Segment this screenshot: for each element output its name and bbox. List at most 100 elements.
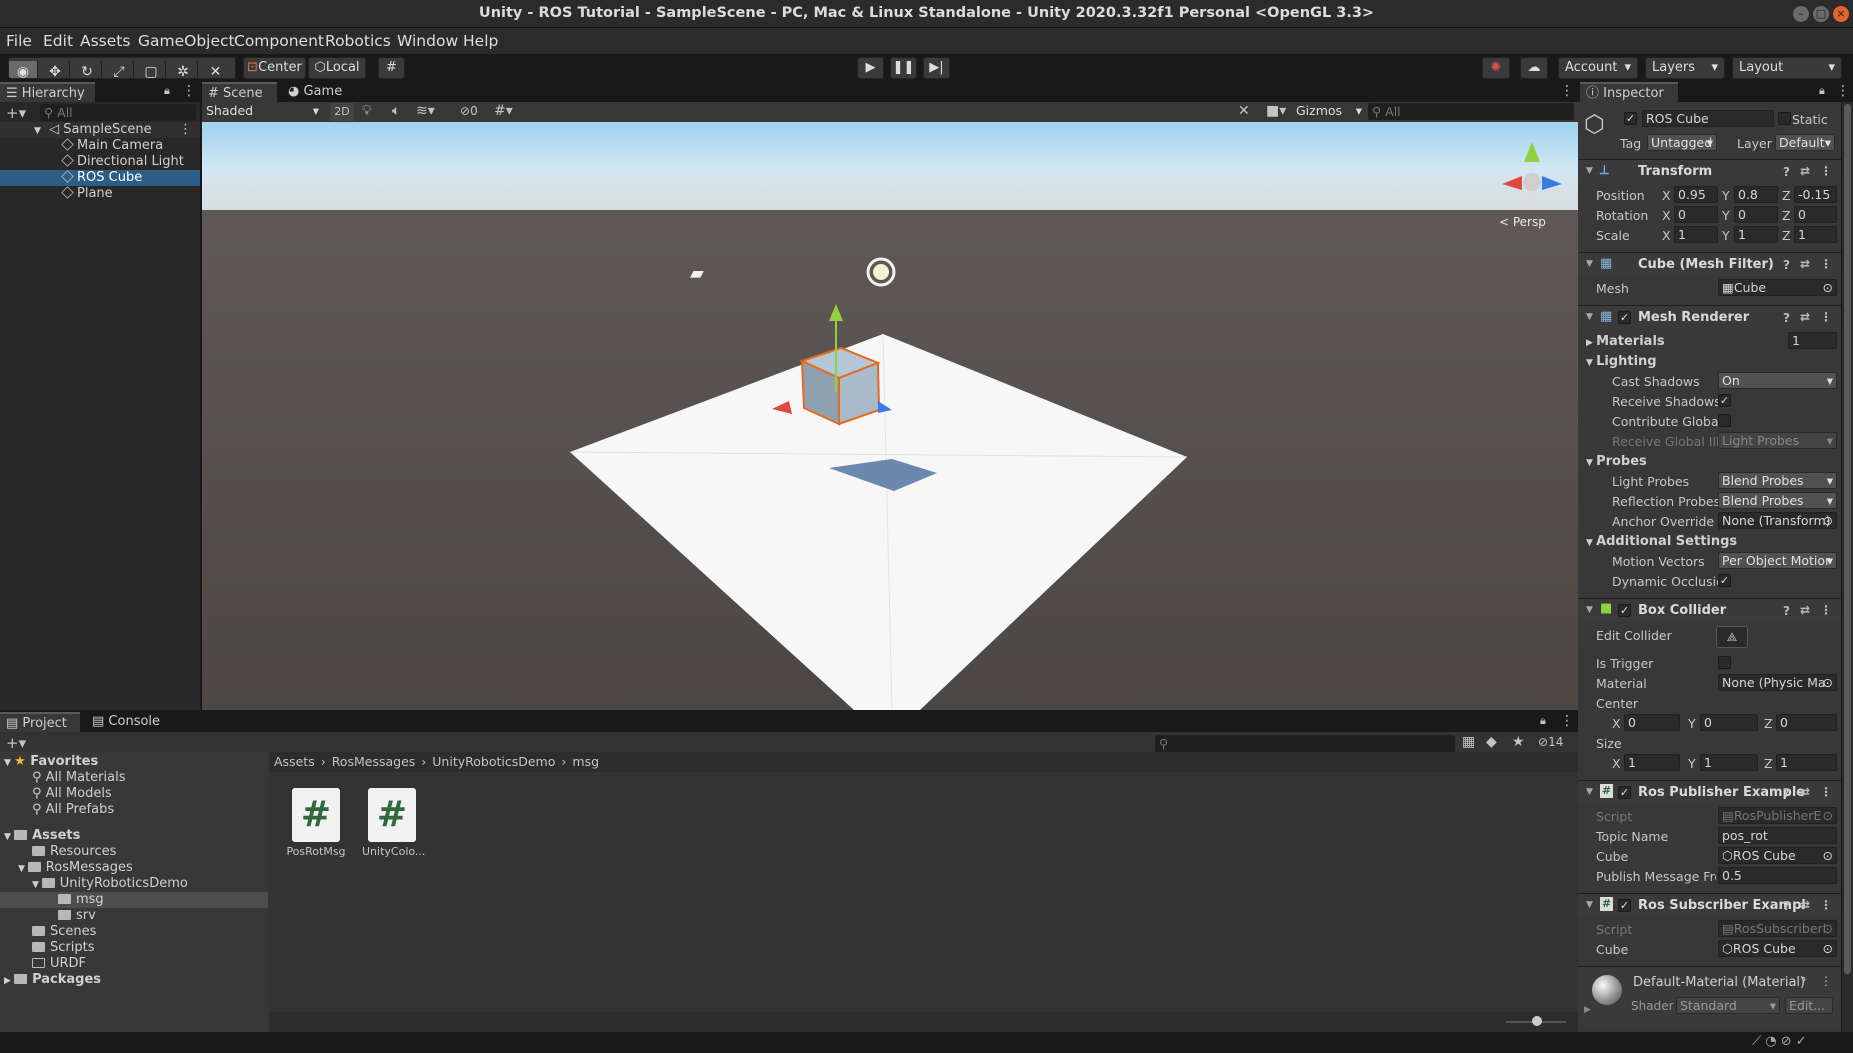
hidden-packages-toggle[interactable]: ⊘14 bbox=[1538, 735, 1563, 749]
folder-item[interactable]: Scenes bbox=[32, 924, 96, 940]
auto-gen-icon[interactable]: ◔ bbox=[1765, 1034, 1780, 1049]
collab-button[interactable]: ✺ bbox=[1482, 57, 1510, 79]
mesh-filter-header[interactable]: ▼ ▦ Cube (Mesh Filter) ? ⇄ ⋮ bbox=[1578, 252, 1841, 276]
ros-cube-selected[interactable] bbox=[799, 346, 881, 426]
projection-label[interactable]: < Persp bbox=[1499, 215, 1546, 229]
dynamic-occlusion-checkbox[interactable]: ✓ bbox=[1718, 574, 1731, 587]
presets-icon[interactable]: ⇄ bbox=[1800, 164, 1810, 178]
cast-shadows-dropdown[interactable]: On ▾ bbox=[1718, 372, 1837, 389]
shader-dropdown[interactable]: Standard ▾ bbox=[1676, 997, 1780, 1014]
kebab-menu-icon[interactable]: ⋮ bbox=[1820, 898, 1832, 912]
maximize-icon[interactable]: □ bbox=[1813, 6, 1829, 22]
kebab-menu-icon[interactable]: ⋮ bbox=[1560, 713, 1574, 729]
position-z-field[interactable]: -0.15 bbox=[1794, 186, 1837, 203]
tools-icon[interactable]: ✕ bbox=[1238, 103, 1250, 119]
expand-arrow-icon[interactable]: ▶ bbox=[1584, 1005, 1591, 1015]
menu-edit[interactable]: Edit bbox=[43, 32, 73, 50]
active-checkbox[interactable]: ✓ bbox=[1624, 112, 1637, 125]
pivot-toggle[interactable]: ⊡Center bbox=[243, 57, 306, 79]
folder-item[interactable]: URDF bbox=[32, 956, 86, 972]
hierarchy-search-input[interactable]: ⚲ All bbox=[40, 104, 196, 121]
component-enabled-checkbox[interactable]: ✓ bbox=[1618, 786, 1631, 799]
hierarchy-item[interactable]: Main Camera bbox=[0, 138, 200, 154]
hidden-objects-toggle[interactable]: ⊘0 bbox=[460, 104, 478, 118]
scale-x-field[interactable]: 1 bbox=[1674, 226, 1718, 243]
add-icon[interactable]: +▾ bbox=[6, 734, 26, 752]
ros-publisher-header[interactable]: ▼ # ✓ Ros Publisher Example ? ⇄ ⋮ bbox=[1578, 780, 1841, 804]
lock-icon[interactable]: 🔒︎ bbox=[1819, 84, 1825, 98]
space-toggle[interactable]: ⬡Local bbox=[308, 57, 366, 79]
tab-hierarchy[interactable]: ☰ Hierarchy bbox=[0, 82, 95, 102]
layer-dropdown[interactable]: Default ▾ bbox=[1775, 134, 1835, 151]
menu-gameobject[interactable]: GameObject bbox=[138, 32, 235, 50]
folder-item[interactable]: Resources bbox=[32, 844, 116, 860]
breadcrumb-item[interactable]: UnityRoboticsDemo bbox=[432, 754, 555, 769]
position-y-field[interactable]: 0.8 bbox=[1734, 186, 1778, 203]
packages-section[interactable]: ▶ Packages bbox=[4, 972, 101, 988]
help-icon[interactable]: ? bbox=[1783, 899, 1790, 913]
static-checkbox[interactable] bbox=[1778, 112, 1791, 125]
cloud-button[interactable]: ☁ bbox=[1520, 57, 1548, 79]
object-picker-icon[interactable]: ⊙ bbox=[1823, 280, 1833, 295]
star-icon[interactable]: ★ bbox=[1512, 734, 1525, 750]
component-enabled-checkbox[interactable]: ✓ bbox=[1618, 899, 1631, 912]
layers-dropdown[interactable]: Layers ▾ bbox=[1645, 57, 1725, 79]
tab-console[interactable]: ▤ Console bbox=[86, 712, 166, 732]
edit-collider-button[interactable]: ⟁ bbox=[1716, 626, 1748, 648]
favorites-section[interactable]: ▼ ★ Favorites bbox=[4, 754, 98, 770]
progress-icon[interactable]: ⟋ bbox=[1752, 1034, 1765, 1049]
transform-header[interactable]: ▼ ⟂ Transform ? ⇄ ⋮ bbox=[1578, 159, 1841, 183]
hierarchy-item[interactable]: Plane bbox=[0, 186, 200, 202]
add-icon[interactable]: +▾ bbox=[6, 104, 26, 122]
kebab-menu-icon[interactable]: ⋮ bbox=[1820, 310, 1832, 324]
tab-inspector[interactable]: ⓘ Inspector bbox=[1580, 82, 1678, 102]
object-name-field[interactable]: ROS Cube bbox=[1642, 110, 1774, 127]
presets-icon[interactable]: ⇄ bbox=[1800, 257, 1810, 271]
help-icon[interactable]: ? bbox=[1783, 786, 1790, 800]
hierarchy-item[interactable]: Directional Light bbox=[0, 154, 200, 170]
assets-section[interactable]: ▼ Assets bbox=[4, 828, 80, 844]
mesh-field[interactable]: ▦Cube ⊙ bbox=[1718, 279, 1837, 296]
move-tool-icon[interactable]: ✥ bbox=[41, 61, 70, 78]
menu-file[interactable]: File bbox=[6, 32, 32, 50]
tab-project[interactable]: ▤ Project bbox=[0, 712, 80, 732]
tab-scene[interactable]: # Scene bbox=[202, 82, 277, 102]
menu-window[interactable]: Window bbox=[397, 32, 458, 50]
publisher-cube-field[interactable]: ⬡ROS Cube ⊙ bbox=[1718, 847, 1837, 864]
account-dropdown[interactable]: Account ▾ bbox=[1558, 57, 1638, 79]
folder-item[interactable]: ▼ UnityRoboticsDemo bbox=[32, 876, 188, 892]
materials-foldout[interactable]: ▶ Materials bbox=[1586, 334, 1665, 349]
kebab-menu-icon[interactable]: ⋮ bbox=[1560, 83, 1574, 99]
kebab-menu-icon[interactable]: ⋮ bbox=[1820, 603, 1832, 617]
shader-edit-button[interactable]: Edit... bbox=[1785, 997, 1833, 1014]
contribute-gi-checkbox[interactable] bbox=[1718, 414, 1731, 427]
tag-dropdown[interactable]: Untagged ▾ bbox=[1647, 134, 1717, 151]
hierarchy-item-selected[interactable]: ROS Cube bbox=[0, 170, 200, 186]
topic-name-field[interactable]: pos_rot bbox=[1718, 827, 1837, 844]
component-enabled-checkbox[interactable]: ✓ bbox=[1618, 311, 1631, 324]
motion-vectors-dropdown[interactable]: Per Object Motior ▾ bbox=[1718, 552, 1837, 569]
center-x-field[interactable]: 0 bbox=[1624, 714, 1680, 731]
presets-icon[interactable]: ⇄ bbox=[1800, 785, 1810, 799]
layout-dropdown[interactable]: Layout ▾ bbox=[1732, 57, 1842, 79]
presets-icon[interactable]: ⇄ bbox=[1800, 898, 1810, 912]
ros-subscriber-header[interactable]: ▼ # ✓ Ros Subscriber Exampl ? ⇄ ⋮ bbox=[1578, 893, 1841, 917]
reflection-probes-dropdown[interactable]: Blend Probes ▾ bbox=[1718, 492, 1837, 509]
transform-tool-icon[interactable]: ✲ bbox=[169, 61, 198, 78]
kebab-menu-icon[interactable]: ⋮ bbox=[1820, 164, 1832, 178]
scene-viewport[interactable]: ▰ < Persp bbox=[202, 122, 1578, 710]
lock-icon[interactable]: 🔒︎ bbox=[164, 84, 170, 98]
folder-item[interactable]: srv bbox=[58, 908, 96, 924]
object-picker-icon[interactable]: ⊙ bbox=[1823, 848, 1833, 863]
filter-type-icon[interactable]: ▦ bbox=[1462, 734, 1475, 750]
grid-toggle-icon[interactable]: #▾ bbox=[494, 103, 513, 119]
static-label[interactable]: Static bbox=[1792, 112, 1828, 127]
kebab-menu-icon[interactable]: ⋮ bbox=[1836, 83, 1850, 99]
folder-item-selected[interactable]: msg bbox=[0, 892, 268, 908]
camera-dropdown-icon[interactable]: ■▾ bbox=[1266, 103, 1286, 119]
component-enabled-checkbox[interactable]: ✓ bbox=[1618, 604, 1631, 617]
is-trigger-checkbox[interactable] bbox=[1718, 656, 1731, 669]
rotate-tool-icon[interactable]: ↻ bbox=[73, 61, 102, 78]
favorite-item[interactable]: ⚲ All Materials bbox=[32, 770, 126, 786]
subscriber-cube-field[interactable]: ⬡ROS Cube ⊙ bbox=[1718, 940, 1837, 957]
